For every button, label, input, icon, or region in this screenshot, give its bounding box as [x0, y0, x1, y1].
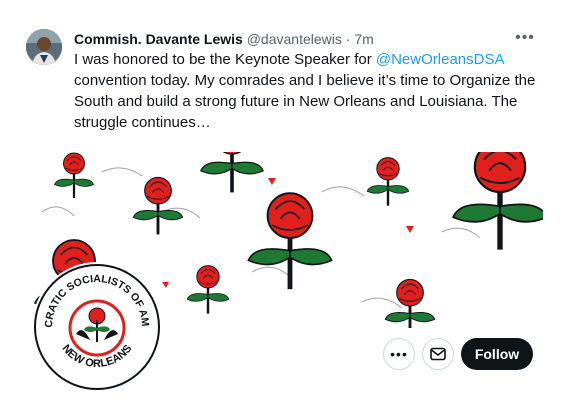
timestamp[interactable]: 7m — [354, 31, 373, 47]
user-handle[interactable]: @davantelewis — [247, 31, 342, 47]
more-options-button[interactable]: ••• — [508, 26, 542, 50]
more-horizontal-icon: ••• — [390, 346, 408, 362]
follow-button[interactable]: Follow — [461, 338, 533, 370]
tweet: Commish. Davante Lewis @davantelewis · 7… — [0, 0, 565, 407]
more-horizontal-icon: ••• — [515, 29, 535, 46]
display-name[interactable]: Commish. Davante Lewis — [74, 31, 243, 47]
avatar[interactable] — [26, 29, 62, 65]
tweet-text-end: convention today. My comrades and I beli… — [74, 72, 536, 131]
message-button[interactable] — [422, 338, 454, 370]
more-button[interactable]: ••• — [383, 338, 415, 370]
envelope-icon — [430, 347, 446, 361]
tweet-text-start: I was honored to be the Keynote Speaker … — [74, 51, 376, 68]
mention-link[interactable]: @NewOrleansDSA — [376, 51, 504, 68]
tweet-text: I was honored to be the Keynote Speaker … — [74, 49, 544, 133]
tweet-header: Commish. Davante Lewis @davantelewis · 7… — [74, 30, 374, 48]
separator: · — [345, 31, 351, 47]
dsa-new-orleans-logo: DEMOCRATIC SOCIALISTS OF AMERICA NEW ORL… — [28, 253, 162, 392]
